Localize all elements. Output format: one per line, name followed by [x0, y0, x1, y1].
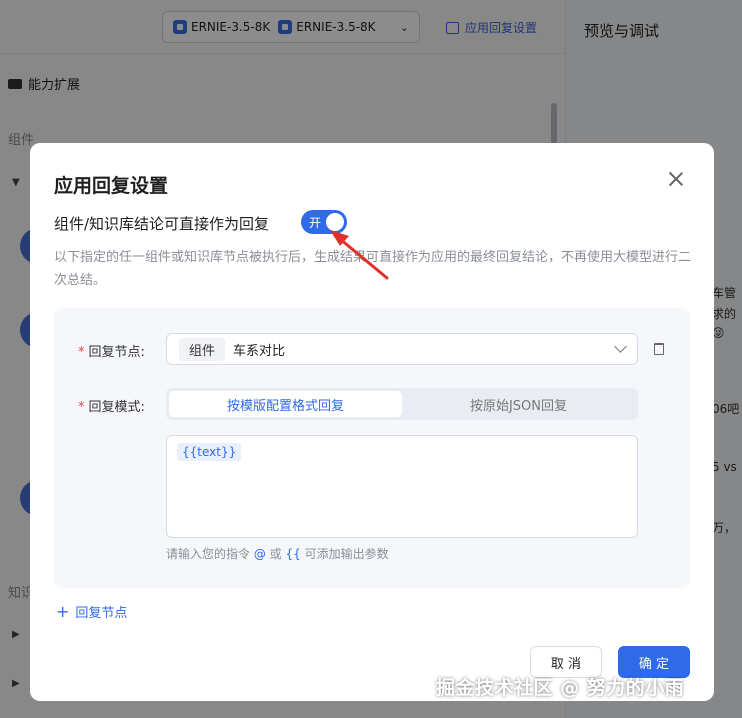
- reply-mode-segmented: 按模版配置格式回复 按原始JSON回复: [166, 388, 638, 420]
- mode-template-option[interactable]: 按模版配置格式回复: [169, 391, 402, 417]
- watermark: 掘金技术社区 @ 努力的小雨: [436, 677, 685, 699]
- reply-node-select[interactable]: 组件 车系对比: [166, 333, 638, 365]
- chevron-down-icon: [614, 340, 627, 353]
- reply-config-panel: * 回复节点: 组件 车系对比 * 回复模式: 按模版配置格式回复 按原始JSON回…: [54, 308, 690, 588]
- template-hint: 请输入您的指令 @ 或 {{ 可添加输出参数: [166, 547, 389, 561]
- toggle-knob: [326, 213, 344, 231]
- node-type-tag: 组件: [179, 337, 226, 361]
- add-reply-node-button[interactable]: + 回复节点: [56, 602, 128, 622]
- direct-reply-toggle[interactable]: 开: [301, 210, 347, 234]
- reply-mode-label: * 回复模式:: [78, 400, 145, 415]
- reply-node-label: * 回复节点:: [78, 345, 145, 360]
- required-mark: *: [78, 400, 85, 415]
- mode-json-option[interactable]: 按原始JSON回复: [402, 391, 635, 417]
- plus-icon: +: [56, 602, 70, 621]
- required-mark: *: [78, 345, 85, 360]
- node-value: 车系对比: [233, 343, 286, 359]
- dialog-description: 以下指定的任一组件或知识库节点被执行后，生成结果可直接作为应用的最终回复结论，不…: [54, 250, 692, 288]
- close-icon[interactable]: [666, 169, 686, 189]
- toggle-state-text: 开: [309, 215, 322, 230]
- dialog-title: 应用回复设置: [54, 175, 169, 197]
- toggle-label: 组件/知识库结论可直接作为回复: [54, 215, 270, 233]
- delete-icon[interactable]: [654, 343, 664, 355]
- text-variable-chip[interactable]: {{text}}: [177, 443, 242, 461]
- template-editor[interactable]: {{text}}: [166, 435, 638, 538]
- add-node-label: 回复节点: [75, 606, 128, 621]
- reply-settings-dialog: 应用回复设置 组件/知识库结论可直接作为回复 开 以下指定的任一组件或知识库节点…: [30, 143, 714, 701]
